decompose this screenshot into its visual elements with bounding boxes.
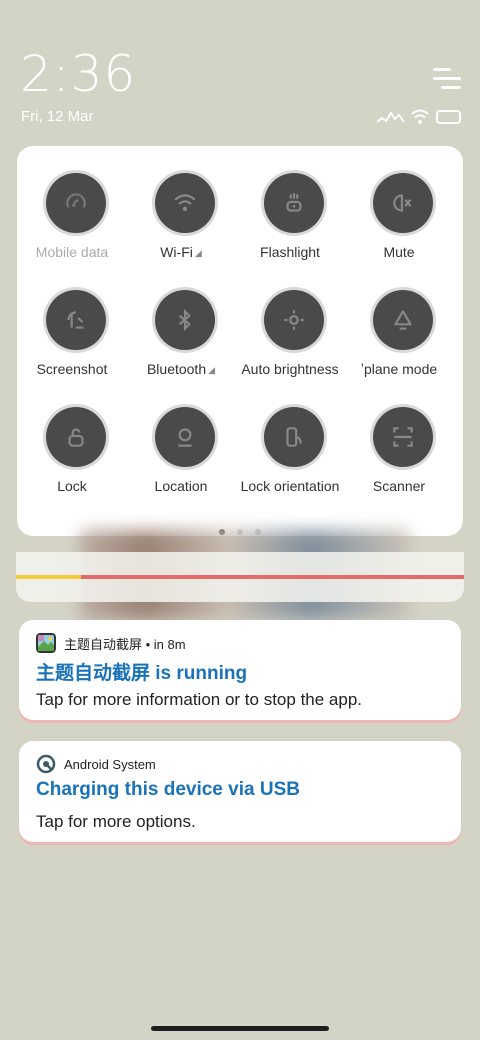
status-icons: [376, 108, 464, 126]
tile-label-wifi: Wi-Fi ◢: [120, 244, 242, 260]
tile-label: Mobile data: [35, 244, 109, 260]
tile-label: Auto brightness: [241, 361, 339, 377]
expand-triangle-icon: ◢: [194, 248, 202, 258]
tile-location[interactable]: Location: [126, 380, 236, 494]
tile-label-bluetooth: Bluetooth ◢: [120, 361, 242, 377]
location-icon: [155, 407, 215, 467]
tile-mute[interactable]: Mute: [344, 146, 454, 260]
notification-text: Tap for more options.: [36, 812, 196, 831]
battery-icon: [436, 110, 461, 124]
signal-icon: [376, 111, 405, 123]
tile-screenshot[interactable]: Screenshot: [17, 263, 127, 377]
tile-wifi[interactable]: Wi-Fi ◢: [126, 146, 236, 260]
android-system-icon: [36, 754, 56, 774]
notification-header: 主题自动截屏 • in 8m: [36, 633, 186, 653]
mute-icon: [373, 173, 433, 233]
home-gesture-bar[interactable]: [151, 1026, 329, 1031]
media-player-card[interactable]: [16, 552, 464, 602]
notification-usb-charging[interactable]: Android System Charging this device via …: [19, 741, 461, 842]
notification-title: 主题自动截屏 is running: [36, 663, 248, 684]
tile-auto-brightness[interactable]: Auto brightness: [235, 263, 345, 377]
tile-label-text: Bluetooth: [146, 361, 207, 377]
tile-label: Screenshot: [36, 361, 108, 377]
tile-label: Location: [154, 478, 208, 494]
lock-icon: [46, 407, 106, 467]
edit-menu-icon[interactable]: [431, 66, 463, 92]
tile-label: Lock: [57, 478, 87, 494]
tile-scanner[interactable]: Scanner: [344, 380, 454, 494]
notification-app-name: Android System: [64, 756, 156, 772]
airplane-icon: [373, 290, 433, 350]
media-progress-track: [16, 575, 464, 579]
wifi-icon: [411, 109, 429, 124]
tile-label: ʼplane mode: [360, 361, 438, 377]
expand-triangle-icon: ◢: [208, 365, 216, 375]
flashlight-icon: [264, 173, 324, 233]
notification-title: Charging this device via USB: [36, 779, 300, 800]
scanner-icon: [373, 407, 433, 467]
tile-lock[interactable]: Lock: [17, 380, 127, 494]
theme-screenshot-app-icon: [36, 633, 56, 653]
tile-label: Scanner: [372, 478, 426, 494]
screenshot-icon: [46, 290, 106, 350]
clock[interactable]: 2:36: [20, 46, 136, 102]
mobile-data-icon: [46, 173, 106, 233]
date[interactable]: Fri, 12 Mar: [21, 108, 94, 125]
tile-label: Mute: [383, 244, 415, 260]
brightness-icon: [264, 290, 324, 350]
notification-running-app[interactable]: 主题自动截屏 • in 8m 主题自动截屏 is running Tap for…: [19, 620, 461, 720]
tile-airplane-mode[interactable]: ʼplane mode: [344, 263, 454, 377]
rotation-lock-icon: [264, 407, 324, 467]
tile-mobile-data[interactable]: Mobile data: [17, 146, 127, 260]
media-progress-fill[interactable]: [16, 575, 81, 579]
notification-app-name: 主题自动截屏 • in 8m: [64, 636, 186, 652]
tile-bluetooth[interactable]: Bluetooth ◢: [126, 263, 236, 377]
tile-label-text: Wi-Fi: [160, 244, 193, 260]
quick-settings-panel: Mobile data Wi-Fi ◢ Flashlight Mute Scree…: [17, 146, 463, 536]
wifi-icon: [155, 173, 215, 233]
bluetooth-icon: [155, 290, 215, 350]
tile-lock-orientation[interactable]: Lock orientation: [235, 380, 345, 494]
tile-label: Flashlight: [260, 244, 320, 260]
tile-label: Lock orientation: [240, 478, 340, 494]
notification-header: Android System: [36, 754, 156, 774]
notification-text: Tap for more information or to stop the …: [36, 690, 363, 709]
tile-flashlight[interactable]: Flashlight: [235, 146, 345, 260]
